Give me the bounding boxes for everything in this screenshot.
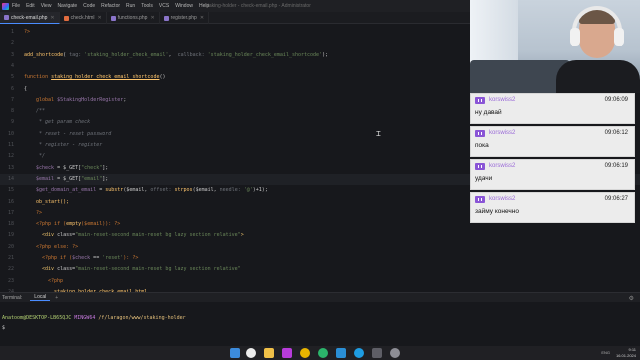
- chat-username: korswiss2: [489, 130, 516, 136]
- gear-icon[interactable]: ⚙: [629, 295, 634, 302]
- stream-chat: korswiss2 09:06:09 ну давай korswiss2 09…: [470, 93, 640, 223]
- code-line: 21 <?php if ($check == 'reset'): ?>: [7, 255, 139, 261]
- tab-label: check-email.php: [11, 14, 48, 21]
- chat-message: korswiss2 09:06:19 удачи: [470, 159, 635, 190]
- chrome-icon[interactable]: [300, 348, 310, 358]
- chat-username: korswiss2: [489, 163, 516, 169]
- file-explorer-icon[interactable]: [264, 348, 274, 358]
- code-line: 23 <?php: [7, 277, 64, 284]
- add-terminal-icon[interactable]: +: [55, 295, 58, 301]
- phpstorm-icon[interactable]: [282, 348, 292, 358]
- chat-message: korswiss2 09:06:12 пока: [470, 126, 635, 157]
- close-icon[interactable]: ✕: [150, 15, 154, 21]
- menu-run[interactable]: Run: [126, 3, 135, 9]
- chat-text: пока: [475, 142, 489, 149]
- windows-start-icon[interactable]: [230, 348, 240, 358]
- twitch-icon: [475, 163, 485, 170]
- chat-text: займу конечно: [475, 208, 519, 215]
- menu-tools[interactable]: Tools: [141, 3, 153, 9]
- twitch-icon: [475, 97, 485, 104]
- php-file-icon: [4, 15, 9, 20]
- window-title: staking-holder - check-email.php - Admin…: [205, 3, 311, 9]
- code-line: 19 <div class="main-reset-second main-res…: [7, 232, 244, 239]
- app-icon[interactable]: [318, 348, 328, 358]
- menu-edit[interactable]: Edit: [26, 3, 35, 9]
- tab-functions[interactable]: functions.php ✕: [107, 12, 160, 24]
- chat-username: korswiss2: [489, 97, 516, 103]
- phpstorm-logo-icon[interactable]: [2, 2, 9, 10]
- tab-label: register.php: [170, 15, 197, 21]
- clock[interactable]: 9:11 16.01.2024: [616, 347, 636, 359]
- close-icon[interactable]: ✕: [98, 15, 102, 21]
- twitch-icon: [475, 196, 485, 203]
- tab-label: check.html: [70, 15, 95, 21]
- chat-time: 09:06:09: [604, 97, 628, 103]
- edge-icon[interactable]: [354, 348, 364, 358]
- code-line: 22 <div class="main-reset-second main-res…: [7, 266, 241, 273]
- terminal-prompt: Anatoom@DESKTOP-LB65QJC MINGW64 /f/larag…: [2, 315, 186, 321]
- search-icon[interactable]: [246, 348, 256, 358]
- menu-view[interactable]: View: [41, 3, 52, 9]
- terminal-panel[interactable]: Anatoom@DESKTOP-LB65QJC MINGW64 /f/larag…: [0, 302, 640, 346]
- php-file-icon: [110, 15, 116, 21]
- menu-window[interactable]: Window: [175, 3, 193, 9]
- vscode-icon[interactable]: [336, 348, 346, 358]
- menu-code[interactable]: Code: [83, 3, 95, 9]
- twitch-icon: [475, 130, 485, 137]
- terminal-toolbar: Terminal: Local + ⚙: [0, 292, 640, 302]
- tab-check-html[interactable]: check.html ✕: [60, 12, 107, 24]
- git-bash-icon[interactable]: [372, 348, 382, 358]
- chat-time: 09:06:12: [604, 130, 628, 136]
- taskbar: ENG 9:11 16.01.2024: [0, 346, 640, 360]
- code-line: 20 <?php else: ?>: [7, 243, 79, 250]
- html-file-icon: [63, 15, 69, 21]
- close-icon[interactable]: ✕: [50, 15, 54, 21]
- chat-message: korswiss2 09:06:27 займу конечно: [470, 192, 635, 223]
- tab-register[interactable]: register.php ✕: [160, 12, 210, 24]
- chat-username: korswiss2: [489, 196, 516, 202]
- terminal-input[interactable]: $: [2, 325, 5, 331]
- tab-label: functions.php: [117, 15, 148, 21]
- terminal-tab-local[interactable]: Local: [30, 294, 51, 301]
- mouse-cursor-icon: ⌶: [376, 129, 381, 138]
- settings-icon[interactable]: [390, 348, 400, 358]
- close-icon[interactable]: ✕: [200, 15, 204, 21]
- language-indicator[interactable]: ENG: [601, 350, 610, 355]
- tab-check-email[interactable]: check-email.php ✕: [0, 12, 60, 24]
- chat-message: korswiss2 09:06:09 ну давай: [470, 93, 635, 124]
- menu-vcs[interactable]: VCS: [159, 3, 169, 9]
- chat-time: 09:06:27: [604, 196, 628, 202]
- menu-navigate[interactable]: Navigate: [57, 3, 77, 9]
- chat-text: удачи: [475, 175, 493, 182]
- php-file-icon: [163, 15, 169, 21]
- chat-time: 09:06:19: [604, 163, 628, 169]
- chat-text: ну давай: [475, 109, 502, 116]
- webcam-overlay: [470, 0, 640, 93]
- menu-file[interactable]: File: [12, 3, 20, 9]
- menu-refactor[interactable]: Refactor: [101, 3, 120, 9]
- terminal-label: Terminal:: [2, 294, 23, 301]
